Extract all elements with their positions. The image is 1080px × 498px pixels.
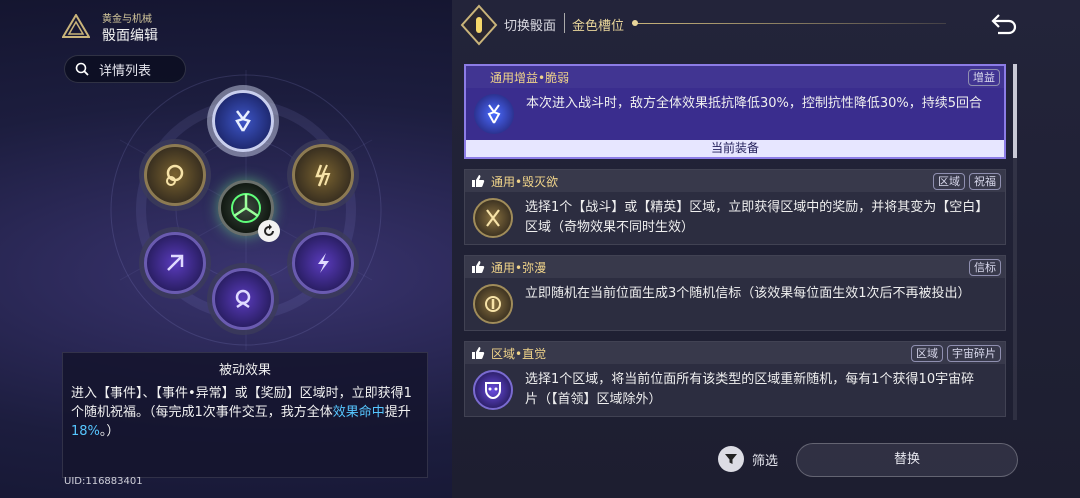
blessing-icon bbox=[166, 164, 184, 186]
card-tag: 增益 bbox=[968, 69, 1000, 86]
lightning-icon bbox=[315, 164, 331, 187]
thumbs-up-icon bbox=[472, 175, 485, 187]
top-bar: 切换骰面 金色槽位 bbox=[452, 0, 1080, 48]
card-title: 通用增益•脆弱 bbox=[490, 70, 570, 85]
switch-dice-face-label[interactable]: 切换骰面 bbox=[504, 15, 556, 34]
card-tag: 宇宙碎片 bbox=[947, 345, 1001, 362]
dice-face-top[interactable] bbox=[212, 90, 274, 152]
scroll-thumb[interactable] bbox=[1013, 64, 1017, 158]
destruction-icon bbox=[473, 198, 513, 238]
mask-icon bbox=[473, 370, 513, 410]
card-description: 本次进入战斗时，敌方全体效果抵抗降低30%，控制抗性降低30%，持续5回合 bbox=[526, 96, 983, 111]
fragility-icon bbox=[235, 110, 251, 132]
card-title: 通用•弥漫 bbox=[491, 260, 547, 275]
dice-face-upper-left[interactable] bbox=[144, 144, 206, 206]
thumbs-up-icon bbox=[472, 261, 485, 273]
beacon-icon bbox=[473, 284, 513, 324]
game-mode-logo-icon bbox=[62, 14, 90, 38]
gold-slot-line bbox=[632, 23, 946, 24]
refresh-icon[interactable] bbox=[258, 220, 280, 242]
card-tags: 信标 bbox=[969, 259, 1001, 276]
thumbs-up-icon bbox=[472, 347, 485, 359]
gold-slot-label: 金色槽位 bbox=[572, 19, 625, 34]
card-title: 通用•毁灭欲 bbox=[491, 174, 559, 189]
dice-face-upper-right[interactable] bbox=[292, 144, 354, 206]
card-tag: 信标 bbox=[969, 259, 1001, 276]
dice-face-lower-left[interactable] bbox=[144, 232, 206, 294]
replace-button[interactable]: 替换 bbox=[796, 443, 1018, 477]
card-header: 通用增益•脆弱 bbox=[466, 66, 1004, 88]
fragility-icon bbox=[474, 94, 514, 134]
card-tag: 祝福 bbox=[969, 173, 1001, 190]
card-description: 选择1个【战斗】或【精英】区域，立即获得区域中的奖励，并将其变为【空白】区域（奇… bbox=[525, 200, 982, 235]
card-tag: 区域 bbox=[911, 345, 943, 362]
card-tags: 增益 bbox=[968, 69, 1000, 86]
passive-effect-text: 进入【事件】、【事件•异常】或【奖励】区域时，立即获得1个随机祝福。（每完成1次… bbox=[71, 386, 412, 439]
card-tags: 区域 祝福 bbox=[933, 173, 1001, 190]
dice-wheel bbox=[128, 80, 368, 340]
arrow-icon bbox=[167, 254, 184, 271]
effect-card-diffusion[interactable]: 通用•弥漫 信标 立即随机在当前位面生成3个随机信标（该效果每位面生效1次后不再… bbox=[464, 255, 1006, 331]
card-header: 通用•弥漫 bbox=[465, 256, 1005, 278]
filter-button[interactable]: 筛选 bbox=[718, 446, 778, 472]
list-scrollbar[interactable] bbox=[1013, 64, 1017, 420]
dice-core-icon bbox=[231, 193, 261, 223]
filter-label: 筛选 bbox=[752, 453, 779, 469]
page-title: 骰面编辑 bbox=[102, 28, 158, 44]
user-id: UID:116883401 bbox=[64, 476, 143, 487]
effect-list[interactable]: 通用增益•脆弱 增益 本次进入战斗时，敌方全体效果抵抗降低30%，控制抗性降低3… bbox=[464, 64, 1006, 420]
card-description: 选择1个区域，将当前位面所有该类型的区域重新随机，每有1个获得10宇宙碎片（【首… bbox=[525, 372, 975, 407]
effect-card-intuition[interactable]: 区域•直觉 区域 宇宙碎片 选择1个区域，将当前位面所有该类型的区域重新随机，每… bbox=[464, 341, 1006, 417]
card-tags: 区域 宇宙碎片 bbox=[911, 345, 1001, 362]
left-panel: 黄金与机械 骰面编辑 详情列表 被动效果 进入【事件】、【事件•异常】或【奖励】… bbox=[0, 0, 452, 498]
effect-card-fragility[interactable]: 通用增益•脆弱 增益 本次进入战斗时，敌方全体效果抵抗降低30%，控制抗性降低3… bbox=[464, 64, 1006, 159]
gold-slot-dot bbox=[632, 20, 638, 26]
passive-effect-panel: 被动效果 进入【事件】、【事件•异常】或【奖励】区域时，立即获得1个随机祝福。（… bbox=[62, 352, 428, 478]
divider bbox=[564, 13, 565, 33]
hand-icon bbox=[235, 289, 251, 309]
bolt-icon bbox=[318, 253, 329, 273]
dice-face-lower-right[interactable] bbox=[292, 232, 354, 294]
right-panel: 切换骰面 金色槽位 通用增益•脆弱 增益 本次进入战斗时，敌方全体效果抵抗降低3… bbox=[452, 0, 1080, 498]
card-description: 立即随机在当前位面生成3个随机信标（该效果每位面生效1次后不再被投出） bbox=[525, 286, 971, 301]
gold-slot-icon[interactable] bbox=[458, 4, 500, 46]
equipped-badge: 当前装备 bbox=[466, 140, 1004, 157]
card-header: 通用•毁灭欲 bbox=[465, 170, 1005, 192]
dice-face-bottom[interactable] bbox=[212, 268, 274, 330]
mode-subtitle: 黄金与机械 bbox=[102, 14, 152, 25]
back-icon[interactable] bbox=[990, 12, 1018, 36]
card-title: 区域•直觉 bbox=[491, 346, 547, 361]
card-tag: 区域 bbox=[933, 173, 965, 190]
filter-icon bbox=[718, 446, 744, 472]
passive-effect-title: 被动效果 bbox=[218, 363, 271, 378]
effect-card-destruction[interactable]: 通用•毁灭欲 区域 祝福 选择1个【战斗】或【精英】区域，立即获得区域中的奖励，… bbox=[464, 169, 1006, 245]
